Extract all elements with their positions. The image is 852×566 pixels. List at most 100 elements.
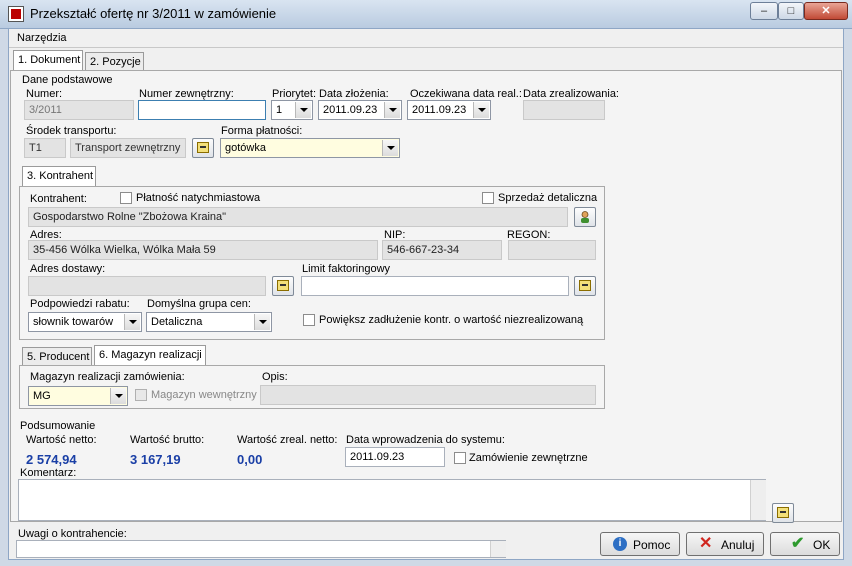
chevron-down-icon[interactable] — [124, 314, 140, 330]
adres-dostawy-field — [28, 276, 266, 296]
app-icon — [8, 6, 24, 22]
tab-dokument[interactable]: 1. Dokument — [13, 50, 83, 71]
podpowiedzi-rabatu-label: Podpowiedzi rabatu: — [30, 298, 130, 310]
tab-kontrahent[interactable]: 3. Kontrahent — [22, 166, 96, 187]
podpowiedzi-rabatu-value: słownik towarów — [33, 316, 114, 328]
check-icon: ✔ — [791, 535, 805, 552]
grupa-cen-select[interactable]: Detaliczna — [146, 312, 272, 332]
kontrahent-select-button[interactable] — [574, 207, 596, 227]
forma-platnosci-value: gotówka — [225, 142, 266, 154]
srodek-transportu-name: Transport zewnętrzny — [70, 138, 186, 158]
dane-podstawowe-title: Dane podstawowe — [22, 74, 113, 86]
numer-zewnetrzny-label: Numer zewnętrzny: — [139, 88, 234, 100]
komentarz-button[interactable] — [772, 503, 794, 523]
data-zlozenia-label: Data złożenia: — [319, 88, 389, 100]
limit-faktoringowy-label: Limit faktoringowy — [302, 263, 391, 275]
close-button[interactable]: ✕ — [804, 2, 848, 20]
chevron-down-icon[interactable] — [382, 140, 398, 156]
komentarz-scrollbar[interactable] — [750, 480, 766, 520]
oczekiwana-data-picker[interactable]: 2011.09.23 — [407, 100, 491, 120]
priorytet-label: Priorytet: — [272, 88, 317, 100]
platnosc-natychmiastowa-label: Płatność natychmiastowa — [136, 192, 261, 204]
data-zlozenia-value: 2011.09.23 — [323, 104, 378, 116]
menu-narzedzia[interactable]: Narzędzia — [17, 32, 67, 44]
menu-bar — [9, 29, 843, 48]
user-icon — [580, 211, 590, 223]
srodek-transportu-button[interactable] — [192, 138, 214, 158]
lookup-icon — [197, 142, 209, 153]
uwagi-field[interactable] — [16, 540, 506, 558]
info-icon: i — [613, 537, 627, 551]
chevron-down-icon[interactable] — [254, 314, 270, 330]
oczekiwana-data-label: Oczekiwana data real.: — [410, 88, 522, 100]
kontrahent-name-field: Gospodarstwo Rolne "Zbożowa Kraina" — [28, 207, 568, 227]
adres-dostawy-label: Adres dostawy: — [30, 263, 106, 275]
sprzedaz-detaliczna-checkbox[interactable] — [482, 192, 494, 204]
priorytet-select[interactable]: 1 — [271, 100, 313, 120]
magazyn-realizacji-select[interactable]: MG — [28, 386, 128, 406]
opis-field — [260, 385, 596, 405]
priorytet-value: 1 — [276, 104, 283, 116]
limit-faktoringowy-input[interactable] — [301, 276, 569, 296]
ok-button[interactable]: ✔ OK — [770, 532, 840, 556]
numer-label: Numer: — [26, 88, 63, 100]
powieksz-zadluzenie-checkbox[interactable] — [303, 314, 315, 326]
wartosc-netto-value: 2 574,94 — [26, 452, 77, 467]
wartosc-netto-label: Wartość netto: — [26, 434, 97, 446]
wartosc-brutto-label: Wartość brutto: — [130, 434, 205, 446]
powieksz-zadluzenie-label: Powiększ zadłużenie kontr. o wartość nie… — [319, 314, 584, 326]
srodek-transportu-code: T1 — [24, 138, 66, 158]
podsumowanie-title: Podsumowanie — [20, 420, 96, 432]
forma-platnosci-select[interactable]: gotówka — [220, 138, 400, 158]
chevron-down-icon[interactable] — [110, 388, 126, 404]
wartosc-brutto-value: 3 167,19 — [130, 452, 181, 467]
maximize-button[interactable]: □ — [778, 2, 804, 20]
data-zrealizowania-field — [523, 100, 605, 120]
kontrahent-label: Kontrahent: — [30, 193, 87, 205]
uwagi-label: Uwagi o kontrahencie: — [18, 528, 127, 540]
komentarz-label: Komentarz: — [20, 467, 77, 479]
anuluj-button[interactable]: ✕ Anuluj — [686, 532, 764, 556]
limit-faktoringowy-button[interactable] — [574, 276, 596, 296]
magazyn-realizacji-label: Magazyn realizacji zamówienia: — [30, 371, 185, 383]
zamowienie-zewnetrzne-checkbox[interactable] — [454, 452, 466, 464]
numer-zewnetrzny-input[interactable] — [138, 100, 266, 120]
data-zrealizowania-label: Data zrealizowania: — [523, 88, 619, 100]
sprzedaz-detaliczna-label: Sprzedaż detaliczna — [498, 192, 598, 204]
chevron-down-icon[interactable] — [473, 102, 489, 118]
ok-label: OK — [813, 538, 831, 552]
opis-label: Opis: — [262, 371, 288, 383]
chevron-down-icon[interactable] — [295, 102, 311, 118]
data-zlozenia-picker[interactable]: 2011.09.23 — [318, 100, 402, 120]
podpowiedzi-rabatu-select[interactable]: słownik towarów — [28, 312, 142, 332]
magazyn-wewnetrzny-label: Magazyn wewnętrzny — [151, 389, 257, 401]
platnosc-natychmiastowa-checkbox[interactable] — [120, 192, 132, 204]
zamowienie-zewnetrzne-label: Zamówienie zewnętrzne — [469, 452, 588, 464]
chevron-down-icon[interactable] — [384, 102, 400, 118]
tab-magazyn-realizacji[interactable]: 6. Magazyn realizacji — [94, 345, 206, 366]
magazyn-wewnetrzny-checkbox — [135, 389, 147, 401]
adres-field: 35-456 Wólka Wielka, Wólka Mała 59 — [28, 240, 378, 260]
wartosc-zreal-value: 0,00 — [237, 452, 263, 467]
pomoc-label: Pomoc — [633, 538, 671, 552]
srodek-transportu-label: Środek transportu: — [26, 125, 117, 137]
numer-field: 3/2011 — [24, 100, 134, 120]
tab-producent[interactable]: 5. Producent — [22, 347, 92, 366]
data-wprowadzenia-label: Data wprowadzenia do systemu: — [346, 434, 505, 446]
lookup-icon — [277, 280, 289, 291]
forma-platnosci-label: Forma płatności: — [221, 125, 303, 137]
nip-field: 546-667-23-34 — [382, 240, 502, 260]
uwagi-scrollbar[interactable] — [490, 541, 506, 557]
cancel-icon: ✕ — [699, 535, 713, 552]
magazyn-realizacji-value: MG — [33, 390, 51, 402]
window-title: Przekształć ofertę nr 3/2011 w zamówieni… — [30, 6, 277, 21]
minimize-button[interactable]: – — [750, 2, 778, 20]
tab-pozycje[interactable]: 2. Pozycje — [85, 52, 144, 71]
lookup-icon — [777, 507, 789, 518]
komentarz-textarea[interactable] — [18, 479, 766, 521]
pomoc-button[interactable]: i Pomoc — [600, 532, 680, 556]
adres-dostawy-button[interactable] — [272, 276, 294, 296]
grupa-cen-value: Detaliczna — [151, 316, 203, 328]
wartosc-zreal-label: Wartość zreal. netto: — [237, 434, 338, 446]
regon-field — [508, 240, 596, 260]
